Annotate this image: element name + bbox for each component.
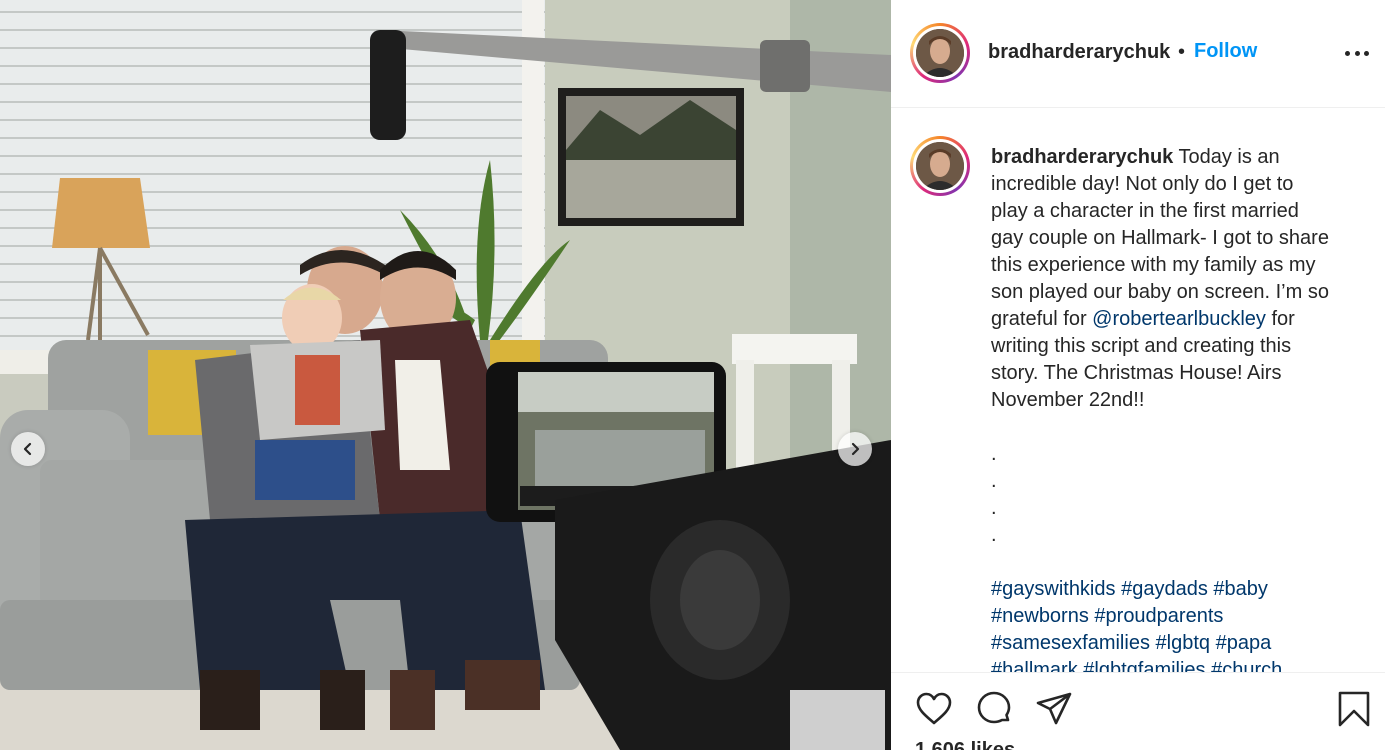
caption-text: November 22nd!! bbox=[991, 389, 1145, 411]
post-photo[interactable] bbox=[0, 0, 891, 750]
comment-bubble-icon bbox=[977, 691, 1011, 724]
avatar-image bbox=[916, 142, 964, 190]
hashtag-link[interactable]: #gayswithkids bbox=[991, 578, 1116, 600]
hashtag-link[interactable]: #gaydads bbox=[1121, 578, 1208, 600]
comments-section[interactable]: bradharderarychuk Today is an incredible… bbox=[891, 108, 1385, 673]
caption-text: grateful for bbox=[991, 308, 1093, 330]
post-side-panel: bradharderarychuk • Follow bradharderary bbox=[891, 0, 1385, 750]
more-options-icon[interactable] bbox=[1345, 44, 1369, 62]
post-caption: bradharderarychuk Today is an incredible… bbox=[991, 144, 1363, 673]
caption-dot: . bbox=[991, 524, 997, 546]
chevron-left-icon bbox=[23, 442, 32, 456]
profile-photo bbox=[916, 142, 964, 190]
author-username-link[interactable]: bradharderarychuk bbox=[988, 41, 1170, 64]
caption-text: Today is an bbox=[1178, 146, 1280, 168]
bookmark-icon bbox=[1338, 691, 1370, 727]
post-header: bradharderarychuk • Follow bbox=[891, 0, 1385, 108]
caption-text: writing this script and creating this bbox=[991, 335, 1292, 357]
heart-icon bbox=[916, 692, 952, 725]
carousel-prev-button[interactable] bbox=[11, 432, 45, 466]
chevron-right-icon bbox=[851, 442, 860, 456]
hashtag-link[interactable]: #proudparents bbox=[1094, 605, 1223, 627]
caption-dot: . bbox=[991, 497, 997, 519]
likes-count[interactable]: 1,606 likes bbox=[915, 739, 1015, 750]
caption-dot: . bbox=[991, 443, 997, 465]
author-avatar[interactable] bbox=[910, 23, 970, 83]
profile-photo bbox=[916, 29, 964, 77]
post-actions-bar: 1,606 likes bbox=[891, 673, 1385, 750]
caption-text: son played our baby on screen. I’m so bbox=[991, 281, 1329, 303]
share-button[interactable] bbox=[1034, 689, 1074, 729]
hashtag-link[interactable]: #church bbox=[1211, 659, 1282, 673]
avatar-image bbox=[916, 29, 964, 77]
caption-text: this experience with my family as my bbox=[991, 254, 1316, 276]
hashtag-link[interactable]: #hallmark bbox=[991, 659, 1078, 673]
caption-author-avatar[interactable] bbox=[910, 136, 970, 196]
caption-text: incredible day! Not only do I get to bbox=[991, 173, 1294, 195]
hashtag-link[interactable]: #lgbtq bbox=[1156, 632, 1211, 654]
hashtag-link[interactable]: #samesexfamilies bbox=[991, 632, 1150, 654]
caption-text: story. The Christmas House! Airs bbox=[991, 362, 1282, 384]
caption-text: for bbox=[1265, 308, 1295, 330]
hashtag-link[interactable]: #baby bbox=[1213, 578, 1268, 600]
follow-button[interactable]: Follow bbox=[1194, 40, 1257, 63]
caption-username-link[interactable]: bradharderarychuk bbox=[991, 146, 1173, 168]
separator-dot: • bbox=[1178, 41, 1186, 63]
hashtag-link[interactable]: #papa bbox=[1216, 632, 1272, 654]
paper-plane-icon bbox=[1036, 692, 1072, 725]
carousel-next-button[interactable] bbox=[838, 432, 872, 466]
caption-text: play a character in the first married bbox=[991, 200, 1299, 222]
hashtag-link[interactable]: #lgbtqfamilies bbox=[1083, 659, 1205, 673]
like-button[interactable] bbox=[914, 689, 954, 729]
hashtag-link[interactable]: #newborns bbox=[991, 605, 1089, 627]
caption-dot: . bbox=[991, 470, 997, 492]
behind-the-scenes-photo bbox=[0, 0, 891, 750]
comment-button[interactable] bbox=[974, 689, 1014, 729]
caption-text: gay couple on Hallmark- I got to share bbox=[991, 227, 1329, 249]
mention-link[interactable]: @robertearlbuckley bbox=[1092, 308, 1266, 330]
save-button[interactable] bbox=[1334, 689, 1374, 729]
